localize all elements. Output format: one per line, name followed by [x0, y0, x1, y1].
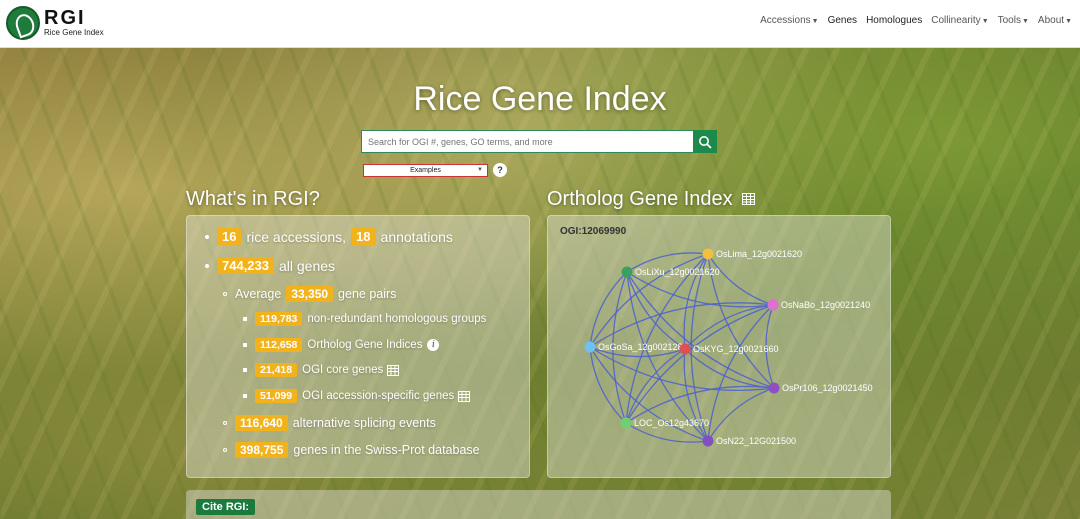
list-item: 16 rice accessions, 18 annotations: [205, 228, 453, 245]
graph-node-label: OsKYG_12g0021660: [693, 344, 779, 354]
graph-node-label: OsN22_12G021500: [716, 436, 796, 446]
table-icon[interactable]: [458, 390, 471, 402]
dropdown-arrow-icon: ▼: [477, 167, 483, 173]
nav-homologues[interactable]: Homologues: [866, 15, 922, 26]
graph-node[interactable]: [702, 248, 714, 260]
graph-node-label: OsLiXu_12g0021620: [635, 267, 720, 277]
cite-panel: Cite RGI:: [186, 490, 891, 519]
specific-count-badge: 51,099: [255, 389, 298, 403]
graph-edge: [625, 304, 774, 424]
swissprot-count-badge: 398,755: [235, 442, 289, 458]
graph-node-label: OsPr106_12g0021450: [782, 383, 873, 393]
help-icon[interactable]: ?: [493, 163, 507, 177]
graph-edge: [589, 302, 774, 348]
graph-node[interactable]: [620, 417, 632, 429]
nav-genes[interactable]: Genes: [828, 15, 857, 26]
ortholog-network-graph[interactable]: OsLima_12g0021620 OsLiXu_12g0021620 OsNaBo…: [548, 216, 892, 479]
caret-down-icon: ▼: [811, 18, 819, 25]
info-icon[interactable]: i: [427, 339, 440, 351]
ogi-title: Ortholog Gene Index: [547, 188, 756, 211]
graph-node[interactable]: [767, 299, 779, 311]
search-input[interactable]: [362, 131, 693, 152]
core-count-badge: 21,418: [255, 363, 298, 377]
list-item: 21,418 OGI core genes: [243, 363, 400, 377]
list-item: 112,658 Ortholog Gene Indices i: [243, 338, 440, 352]
graph-node-label: LOC_Os12g43670: [634, 418, 709, 428]
graph-node[interactable]: [768, 382, 780, 394]
stats-panel: 16 rice accessions, 18 annotations 744,2…: [186, 215, 530, 478]
list-item: Average 33,350 gene pairs: [223, 286, 396, 302]
list-item: 398,755 genes in the Swiss-Prot database: [223, 442, 480, 458]
navbar: RGI Rice Gene Index Accessions▼ Genes Ho…: [0, 0, 1080, 48]
pairs-count-badge: 33,350: [286, 286, 334, 302]
search-box: [361, 130, 717, 153]
groups-count-badge: 119,783: [255, 312, 303, 326]
logo[interactable]: RGI Rice Gene Index: [6, 6, 104, 40]
graph-node[interactable]: [584, 341, 596, 353]
caret-down-icon: ▼: [1021, 18, 1029, 25]
graph-edge: [626, 271, 774, 308]
nav-accessions[interactable]: Accessions▼: [760, 15, 819, 26]
list-item: 51,099 OGI accession-specific genes: [243, 389, 471, 403]
table-icon[interactable]: [742, 193, 756, 205]
table-icon[interactable]: [387, 364, 400, 376]
search-icon: [699, 135, 712, 149]
accessions-count-badge: 16: [217, 228, 242, 245]
examples-select[interactable]: Examples ▼: [363, 164, 488, 177]
ogi-panel: OGI:12069990 OsLima_12g0021620 OsLiXu_12g…: [547, 215, 891, 478]
graph-edge: [625, 348, 686, 424]
splicing-count-badge: 116,640: [235, 415, 288, 431]
ogi-count-badge: 112,658: [255, 338, 303, 352]
list-item: 744,233 all genes: [205, 257, 335, 274]
nav-collinearity[interactable]: Collinearity▼: [931, 15, 988, 26]
hero-title: Rice Gene Index: [413, 80, 667, 118]
cite-label: Cite RGI:: [196, 499, 256, 515]
graph-edge: [589, 346, 627, 424]
graph-edge: [707, 387, 775, 442]
search-button[interactable]: [693, 130, 717, 153]
stats-title: What's in RGI?: [186, 188, 320, 210]
graph-edge: [626, 271, 775, 389]
graph-node[interactable]: [679, 343, 691, 355]
nav-menu: Accessions▼ Genes Homologues Collinearit…: [760, 15, 1072, 26]
graph-node-label: OsLima_12g0021620: [716, 249, 802, 259]
nav-about[interactable]: About▼: [1038, 15, 1072, 26]
nav-tools[interactable]: Tools▼: [998, 15, 1029, 26]
rice-logo-icon: [6, 6, 40, 40]
list-item: 119,783 non-redundant homologous groups: [243, 312, 486, 326]
brand-subtitle: Rice Gene Index: [44, 28, 104, 37]
caret-down-icon: ▼: [1065, 18, 1072, 25]
graph-node-label: OsGoSa_12g0021280: [598, 342, 688, 352]
brand-title: RGI: [44, 7, 86, 29]
annotations-count-badge: 18: [351, 228, 376, 245]
caret-down-icon: ▼: [981, 18, 989, 25]
graph-node[interactable]: [621, 266, 633, 278]
graph-node-label: OsNaBo_12g0021240: [781, 300, 870, 310]
genes-count-badge: 744,233: [217, 257, 274, 274]
list-item: 116,640 alternative splicing events: [223, 415, 436, 431]
graph-node[interactable]: [702, 435, 714, 447]
